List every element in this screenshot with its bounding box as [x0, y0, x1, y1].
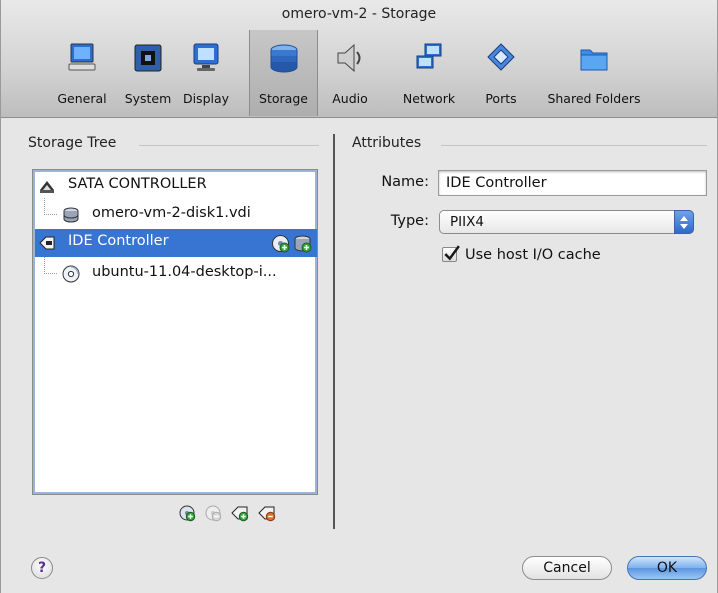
- storage-tree[interactable]: SATA CONTROLLER omero-vm-2-disk1.vdi IDE…: [32, 169, 318, 495]
- ok-button[interactable]: OK: [627, 556, 707, 580]
- tab-shared-folders-label: Shared Folders: [547, 91, 641, 106]
- tab-audio[interactable]: Audio: [320, 30, 380, 116]
- storage-tree-actions: [178, 504, 318, 524]
- tree-item-cd-image[interactable]: ubuntu-11.04-desktop-i...: [35, 260, 317, 288]
- storage-tree-header: Storage Tree: [28, 135, 117, 151]
- chip-icon: [134, 44, 162, 72]
- tree-item-label: omero-vm-2-disk1.vdi: [92, 205, 251, 221]
- type-label: Type:: [390, 213, 429, 229]
- cancel-button[interactable]: Cancel: [522, 556, 612, 580]
- tab-network-label: Network: [402, 91, 456, 106]
- tab-general[interactable]: General: [47, 30, 117, 116]
- display-icon: [193, 43, 219, 71]
- hard-disk-icon: [63, 207, 79, 223]
- type-select-value: PIIX4: [450, 214, 484, 230]
- network-icon: [416, 43, 442, 69]
- storage-tree-rule: [139, 145, 319, 146]
- name-label: Name:: [381, 174, 429, 190]
- add-controller-icon[interactable]: [231, 504, 249, 522]
- attributes-header: Attributes: [352, 135, 422, 151]
- tab-ports[interactable]: Ports: [470, 30, 532, 116]
- tree-item-label: SATA CONTROLLER: [68, 176, 207, 192]
- tab-general-label: General: [57, 91, 107, 106]
- checkmark-icon: [444, 245, 460, 261]
- name-field[interactable]: [438, 170, 707, 196]
- tab-shared-folders[interactable]: Shared Folders: [538, 30, 650, 116]
- tree-item-sata-controller[interactable]: SATA CONTROLLER: [35, 172, 317, 200]
- help-button[interactable]: ?: [31, 557, 53, 579]
- folder-icon: [580, 49, 608, 71]
- tab-network[interactable]: Network: [393, 30, 465, 116]
- select-arrows-icon: [674, 210, 694, 234]
- remove-attachment-icon[interactable]: [204, 504, 222, 522]
- pane-divider: [333, 134, 335, 529]
- tab-display[interactable]: Display: [170, 30, 242, 116]
- tree-item-disk[interactable]: omero-vm-2-disk1.vdi: [35, 201, 317, 229]
- use-host-io-cache-checkbox[interactable]: [442, 245, 460, 262]
- tab-ports-label: Ports: [485, 91, 517, 106]
- type-select[interactable]: PIIX4: [439, 210, 694, 234]
- use-host-io-cache-label: Use host I/O cache: [465, 247, 601, 263]
- add-cd-icon[interactable]: [271, 234, 290, 253]
- disk-stack-icon: [270, 44, 297, 73]
- ide-controller-icon: [39, 236, 55, 250]
- storage-settings-window: omero-vm-2 - Storage General System Disp…: [0, 0, 718, 593]
- settings-toolbar: General System Display Storage Audio Net…: [1, 30, 717, 117]
- cd-icon: [62, 265, 80, 283]
- ports-icon: [487, 43, 515, 71]
- tree-item-ide-controller[interactable]: IDE Controller: [35, 229, 317, 257]
- tab-storage[interactable]: Storage: [249, 30, 318, 116]
- tree-item-label: IDE Controller: [68, 233, 169, 249]
- window-title: omero-vm-2 - Storage: [281, 6, 437, 22]
- attributes-rule: [441, 145, 707, 146]
- add-attachment-icon[interactable]: [178, 504, 196, 522]
- remove-controller-icon[interactable]: [258, 504, 276, 522]
- tab-audio-label: Audio: [332, 91, 368, 106]
- add-disk-icon[interactable]: [293, 234, 312, 253]
- tree-item-label: ubuntu-11.04-desktop-i...: [92, 264, 277, 280]
- sata-controller-icon: [40, 181, 54, 193]
- speaker-icon: [337, 43, 361, 73]
- tab-display-label: Display: [182, 91, 230, 106]
- tab-storage-label: Storage: [259, 91, 308, 106]
- titlebar: omero-vm-2 - Storage General System Disp…: [1, 0, 717, 118]
- monitor-icon: [68, 43, 96, 71]
